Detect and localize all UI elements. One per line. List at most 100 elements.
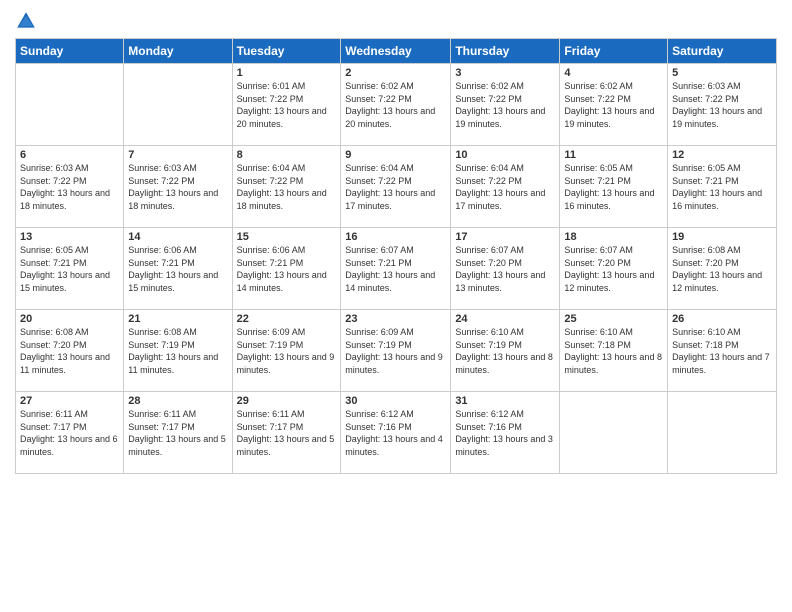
calendar-cell: 21Sunrise: 6:08 AMSunset: 7:19 PMDayligh…: [124, 310, 232, 392]
day-number: 26: [672, 313, 772, 325]
weekday-header-thursday: Thursday: [451, 39, 560, 64]
day-info: Sunrise: 6:05 AMSunset: 7:21 PMDaylight:…: [672, 162, 772, 212]
calendar-cell: 7Sunrise: 6:03 AMSunset: 7:22 PMDaylight…: [124, 146, 232, 228]
day-number: 28: [128, 395, 227, 407]
calendar-cell: 2Sunrise: 6:02 AMSunset: 7:22 PMDaylight…: [341, 64, 451, 146]
weekday-header-wednesday: Wednesday: [341, 39, 451, 64]
day-info: Sunrise: 6:10 AMSunset: 7:18 PMDaylight:…: [564, 326, 663, 376]
day-info: Sunrise: 6:05 AMSunset: 7:21 PMDaylight:…: [564, 162, 663, 212]
calendar-cell: 13Sunrise: 6:05 AMSunset: 7:21 PMDayligh…: [16, 228, 124, 310]
calendar-cell: 24Sunrise: 6:10 AMSunset: 7:19 PMDayligh…: [451, 310, 560, 392]
day-info: Sunrise: 6:11 AMSunset: 7:17 PMDaylight:…: [128, 408, 227, 458]
day-number: 12: [672, 149, 772, 161]
day-number: 16: [345, 231, 446, 243]
calendar-cell: 12Sunrise: 6:05 AMSunset: 7:21 PMDayligh…: [668, 146, 777, 228]
calendar-cell: 30Sunrise: 6:12 AMSunset: 7:16 PMDayligh…: [341, 392, 451, 474]
day-info: Sunrise: 6:10 AMSunset: 7:18 PMDaylight:…: [672, 326, 772, 376]
day-number: 20: [20, 313, 119, 325]
day-info: Sunrise: 6:06 AMSunset: 7:21 PMDaylight:…: [128, 244, 227, 294]
week-row-5: 27 Sunrise: 6:11 AMSunset: 7:17 PMDayligh…: [16, 392, 777, 474]
day-number: 15: [237, 231, 337, 243]
calendar-cell: 20Sunrise: 6:08 AMSunset: 7:20 PMDayligh…: [16, 310, 124, 392]
calendar-cell: 16Sunrise: 6:07 AMSunset: 7:21 PMDayligh…: [341, 228, 451, 310]
calendar-cell: 31Sunrise: 6:12 AMSunset: 7:16 PMDayligh…: [451, 392, 560, 474]
day-info: Sunrise: 6:02 AMSunset: 7:22 PMDaylight:…: [345, 80, 446, 130]
calendar-cell: 22Sunrise: 6:09 AMSunset: 7:19 PMDayligh…: [232, 310, 341, 392]
page: SundayMondayTuesdayWednesdayThursdayFrid…: [0, 0, 792, 612]
weekday-header-friday: Friday: [560, 39, 668, 64]
week-row-3: 13Sunrise: 6:05 AMSunset: 7:21 PMDayligh…: [16, 228, 777, 310]
calendar-cell: 11Sunrise: 6:05 AMSunset: 7:21 PMDayligh…: [560, 146, 668, 228]
day-info: Sunrise: 6:03 AMSunset: 7:22 PMDaylight:…: [128, 162, 227, 212]
calendar-cell: 4Sunrise: 6:02 AMSunset: 7:22 PMDaylight…: [560, 64, 668, 146]
calendar-cell: [668, 392, 777, 474]
calendar-cell: 25Sunrise: 6:10 AMSunset: 7:18 PMDayligh…: [560, 310, 668, 392]
day-number: 27: [20, 395, 119, 407]
weekday-header-tuesday: Tuesday: [232, 39, 341, 64]
day-info: Sunrise: 6:07 AMSunset: 7:20 PMDaylight:…: [564, 244, 663, 294]
weekday-header-sunday: Sunday: [16, 39, 124, 64]
day-number: 8: [237, 149, 337, 161]
day-number: 7: [128, 149, 227, 161]
calendar-cell: 17Sunrise: 6:07 AMSunset: 7:20 PMDayligh…: [451, 228, 560, 310]
day-number: 6: [20, 149, 119, 161]
day-info: Sunrise: 6:09 AMSunset: 7:19 PMDaylight:…: [345, 326, 446, 376]
calendar-cell: 15Sunrise: 6:06 AMSunset: 7:21 PMDayligh…: [232, 228, 341, 310]
calendar-cell: 1Sunrise: 6:01 AMSunset: 7:22 PMDaylight…: [232, 64, 341, 146]
day-info: Sunrise: 6:04 AMSunset: 7:22 PMDaylight:…: [237, 162, 337, 212]
week-row-1: 1Sunrise: 6:01 AMSunset: 7:22 PMDaylight…: [16, 64, 777, 146]
calendar-cell: [124, 64, 232, 146]
day-info: Sunrise: 6:04 AMSunset: 7:22 PMDaylight:…: [345, 162, 446, 212]
calendar-cell: 5Sunrise: 6:03 AMSunset: 7:22 PMDaylight…: [668, 64, 777, 146]
day-info: Sunrise: 6:02 AMSunset: 7:22 PMDaylight:…: [564, 80, 663, 130]
day-number: 29: [237, 395, 337, 407]
day-number: 18: [564, 231, 663, 243]
calendar-cell: 18Sunrise: 6:07 AMSunset: 7:20 PMDayligh…: [560, 228, 668, 310]
day-info: Sunrise: 6:04 AMSunset: 7:22 PMDaylight:…: [455, 162, 555, 212]
logo-icon: [15, 10, 37, 32]
day-info: Sunrise: 6:12 AMSunset: 7:16 PMDaylight:…: [455, 408, 555, 458]
day-number: 13: [20, 231, 119, 243]
calendar: SundayMondayTuesdayWednesdayThursdayFrid…: [15, 38, 777, 474]
day-number: 31: [455, 395, 555, 407]
logo: [15, 10, 39, 32]
day-number: 1: [237, 67, 337, 79]
calendar-cell: [16, 64, 124, 146]
day-number: 11: [564, 149, 663, 161]
calendar-cell: 26Sunrise: 6:10 AMSunset: 7:18 PMDayligh…: [668, 310, 777, 392]
day-info: Sunrise: 6:02 AMSunset: 7:22 PMDaylight:…: [455, 80, 555, 130]
calendar-cell: 19Sunrise: 6:08 AMSunset: 7:20 PMDayligh…: [668, 228, 777, 310]
day-number: 14: [128, 231, 227, 243]
calendar-cell: 9Sunrise: 6:04 AMSunset: 7:22 PMDaylight…: [341, 146, 451, 228]
day-number: 17: [455, 231, 555, 243]
calendar-cell: 28Sunrise: 6:11 AMSunset: 7:17 PMDayligh…: [124, 392, 232, 474]
day-info: Sunrise: 6:09 AMSunset: 7:19 PMDaylight:…: [237, 326, 337, 376]
calendar-cell: 6Sunrise: 6:03 AMSunset: 7:22 PMDaylight…: [16, 146, 124, 228]
week-row-4: 20Sunrise: 6:08 AMSunset: 7:20 PMDayligh…: [16, 310, 777, 392]
day-number: 3: [455, 67, 555, 79]
day-info: Sunrise: 6:08 AMSunset: 7:20 PMDaylight:…: [20, 326, 119, 376]
day-info: Sunrise: 6:08 AMSunset: 7:20 PMDaylight:…: [672, 244, 772, 294]
day-number: 22: [237, 313, 337, 325]
week-row-2: 6 Sunrise: 6:03 AMSunset: 7:22 PMDaylight…: [16, 146, 777, 228]
day-number: 19: [672, 231, 772, 243]
day-number: 25: [564, 313, 663, 325]
weekday-header-monday: Monday: [124, 39, 232, 64]
day-info: Sunrise: 6:07 AMSunset: 7:21 PMDaylight:…: [345, 244, 446, 294]
day-number: 5: [672, 67, 772, 79]
calendar-cell: 8Sunrise: 6:04 AMSunset: 7:22 PMDaylight…: [232, 146, 341, 228]
day-info: Sunrise: 6:01 AMSunset: 7:22 PMDaylight:…: [237, 80, 337, 130]
weekday-header-saturday: Saturday: [668, 39, 777, 64]
day-number: 4: [564, 67, 663, 79]
calendar-cell: 29Sunrise: 6:11 AMSunset: 7:17 PMDayligh…: [232, 392, 341, 474]
day-info: Sunrise: 6:03 AMSunset: 7:22 PMDaylight:…: [672, 80, 772, 130]
calendar-cell: 14Sunrise: 6:06 AMSunset: 7:21 PMDayligh…: [124, 228, 232, 310]
day-info: Sunrise: 6:12 AMSunset: 7:16 PMDaylight:…: [345, 408, 446, 458]
weekday-header-row: SundayMondayTuesdayWednesdayThursdayFrid…: [16, 39, 777, 64]
calendar-cell: 3Sunrise: 6:02 AMSunset: 7:22 PMDaylight…: [451, 64, 560, 146]
day-number: 2: [345, 67, 446, 79]
calendar-cell: [560, 392, 668, 474]
day-info: Sunrise: 6:11 AMSunset: 7:17 PMDaylight:…: [237, 408, 337, 458]
calendar-cell: 10Sunrise: 6:04 AMSunset: 7:22 PMDayligh…: [451, 146, 560, 228]
day-number: 23: [345, 313, 446, 325]
